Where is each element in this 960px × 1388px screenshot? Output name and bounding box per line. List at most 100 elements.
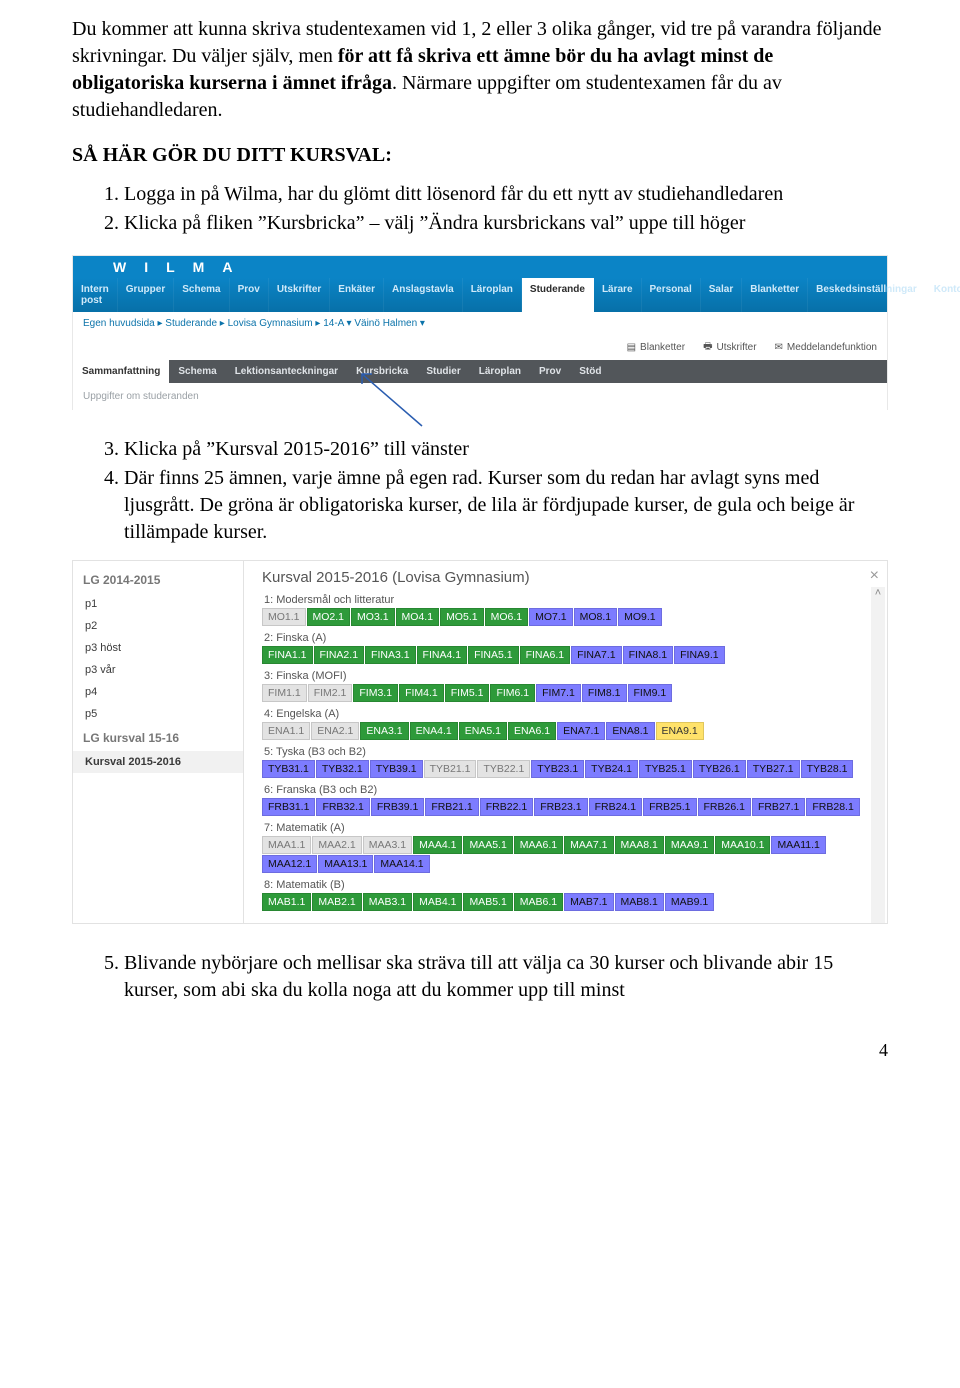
course-chip[interactable]: MAA6.1 [514, 836, 563, 854]
course-chip[interactable]: MO8.1 [574, 608, 618, 626]
course-chip[interactable]: FIM7.1 [536, 684, 581, 702]
course-chip[interactable]: MAB2.1 [312, 893, 361, 911]
course-chip[interactable]: TYB31.1 [262, 760, 315, 778]
main-tab-salar[interactable]: Salar [701, 278, 742, 312]
course-chip[interactable]: FRB24.1 [589, 798, 642, 816]
utskrifter-link[interactable]: 🖶Utskrifter [703, 339, 756, 356]
main-tab-schema[interactable]: Schema [174, 278, 229, 312]
course-chip[interactable]: FRB25.1 [643, 798, 696, 816]
course-chip[interactable]: TYB25.1 [639, 760, 692, 778]
sub-tab-stöd[interactable]: Stöd [570, 360, 610, 383]
course-chip[interactable]: MAB7.1 [564, 893, 613, 911]
course-chip[interactable]: FRB32.1 [316, 798, 369, 816]
main-tab-personal[interactable]: Personal [642, 278, 701, 312]
course-chip[interactable]: FIM6.1 [490, 684, 535, 702]
left-item-kursval[interactable]: Kursval 2015-2016 [73, 751, 243, 773]
course-chip[interactable]: FRB23.1 [534, 798, 587, 816]
main-tab-läroplan[interactable]: Läroplan [463, 278, 522, 312]
course-chip[interactable]: MAA13.1 [318, 855, 373, 873]
period-p5[interactable]: p5 [73, 703, 243, 725]
course-chip[interactable]: FINA9.1 [674, 646, 725, 664]
course-chip[interactable]: MO9.1 [618, 608, 662, 626]
course-chip[interactable]: MAB1.1 [262, 893, 311, 911]
scroll-up-icon[interactable]: ˄ [875, 587, 881, 599]
course-chip[interactable]: MAB6.1 [514, 893, 563, 911]
main-tab-kontoinställnin[interactable]: Kontoinställnin [926, 278, 960, 312]
course-chip[interactable]: MO4.1 [396, 608, 440, 626]
course-chip[interactable]: ENA4.1 [410, 722, 458, 740]
wilma-breadcrumbs[interactable]: Egen huvudsida ▸ Studerande ▸ Lovisa Gym… [73, 312, 887, 335]
course-chip[interactable]: MAA7.1 [564, 836, 613, 854]
course-chip[interactable]: ENA9.1 [656, 722, 704, 740]
scrollbar[interactable]: ˄ [871, 587, 885, 923]
sub-tab-läroplan[interactable]: Läroplan [470, 360, 530, 383]
period-p1[interactable]: p1 [73, 593, 243, 615]
course-chip[interactable]: FINA7.1 [571, 646, 622, 664]
sub-tab-sammanfattning[interactable]: Sammanfattning [73, 360, 169, 383]
course-chip[interactable]: ENA3.1 [360, 722, 408, 740]
main-tab-blanketter[interactable]: Blanketter [742, 278, 808, 312]
course-chip[interactable]: ENA2.1 [311, 722, 359, 740]
course-chip[interactable]: FIM9.1 [628, 684, 673, 702]
course-chip[interactable]: MAA8.1 [615, 836, 664, 854]
course-chip[interactable]: MAA11.1 [771, 836, 825, 854]
main-tab-studerande[interactable]: Studerande [522, 278, 594, 312]
course-chip[interactable]: MAA14.1 [374, 855, 429, 873]
period-p3-vår[interactable]: p3 vår [73, 659, 243, 681]
course-chip[interactable]: MAA4.1 [413, 836, 462, 854]
course-chip[interactable]: FIM4.1 [399, 684, 444, 702]
course-chip[interactable]: MAA10.1 [715, 836, 770, 854]
course-chip[interactable]: FIM5.1 [445, 684, 490, 702]
meddelande-link[interactable]: ✉Meddelandefunktion [775, 339, 877, 356]
course-chip[interactable]: MO7.1 [529, 608, 573, 626]
course-chip[interactable]: FRB39.1 [371, 798, 424, 816]
sub-tab-schema[interactable]: Schema [169, 360, 225, 383]
course-chip[interactable]: ENA6.1 [508, 722, 556, 740]
main-tab-prov[interactable]: Prov [230, 278, 269, 312]
main-tab-beskedsinställningar[interactable]: Beskedsinställningar [808, 278, 926, 312]
course-chip[interactable]: ENA5.1 [459, 722, 507, 740]
course-chip[interactable]: TYB21.1 [424, 760, 477, 778]
course-chip[interactable]: FRB26.1 [698, 798, 751, 816]
course-chip[interactable]: MO5.1 [440, 608, 484, 626]
sub-tab-prov[interactable]: Prov [530, 360, 570, 383]
main-tab-intern-post[interactable]: Intern post [73, 278, 118, 312]
course-chip[interactable]: FIM8.1 [582, 684, 627, 702]
course-chip[interactable]: MO3.1 [351, 608, 395, 626]
course-chip[interactable]: MAA1.1 [262, 836, 311, 854]
course-chip[interactable]: TYB22.1 [477, 760, 530, 778]
course-chip[interactable]: TYB32.1 [316, 760, 369, 778]
course-chip[interactable]: FINA5.1 [468, 646, 519, 664]
course-chip[interactable]: FRB22.1 [480, 798, 533, 816]
course-chip[interactable]: MO6.1 [485, 608, 529, 626]
course-chip[interactable]: MO1.1 [262, 608, 306, 626]
course-chip[interactable]: TYB27.1 [747, 760, 800, 778]
course-chip[interactable]: MAB3.1 [363, 893, 412, 911]
course-chip[interactable]: TYB26.1 [693, 760, 746, 778]
course-chip[interactable]: TYB28.1 [801, 760, 854, 778]
period-p4[interactable]: p4 [73, 681, 243, 703]
course-chip[interactable]: FINA4.1 [417, 646, 468, 664]
course-chip[interactable]: TYB24.1 [585, 760, 638, 778]
course-chip[interactable]: MAA2.1 [312, 836, 361, 854]
course-chip[interactable]: TYB23.1 [531, 760, 584, 778]
course-chip[interactable]: MAB5.1 [463, 893, 512, 911]
period-p3-höst[interactable]: p3 höst [73, 637, 243, 659]
sub-tab-lektionsanteckningar[interactable]: Lektionsanteckningar [226, 360, 347, 383]
course-chip[interactable]: FIM1.1 [262, 684, 307, 702]
course-chip[interactable]: FINA8.1 [623, 646, 674, 664]
blanketter-link[interactable]: ▤Blanketter [627, 339, 685, 356]
course-chip[interactable]: MO2.1 [307, 608, 351, 626]
course-chip[interactable]: FRB21.1 [425, 798, 478, 816]
course-chip[interactable]: ENA1.1 [262, 722, 310, 740]
course-chip[interactable]: FIM2.1 [308, 684, 353, 702]
period-p2[interactable]: p2 [73, 615, 243, 637]
course-chip[interactable]: FINA3.1 [365, 646, 416, 664]
course-chip[interactable]: MAA9.1 [665, 836, 714, 854]
course-chip[interactable]: MAB8.1 [615, 893, 664, 911]
course-chip[interactable]: ENA7.1 [557, 722, 605, 740]
course-chip[interactable]: FRB27.1 [752, 798, 805, 816]
course-chip[interactable]: TYB39.1 [370, 760, 423, 778]
main-tab-utskrifter[interactable]: Utskrifter [269, 278, 330, 312]
course-chip[interactable]: FIM3.1 [353, 684, 398, 702]
